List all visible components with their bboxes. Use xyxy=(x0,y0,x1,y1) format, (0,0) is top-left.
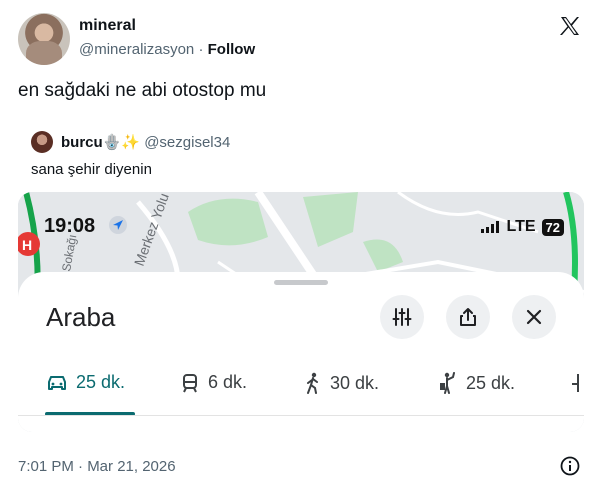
info-icon[interactable] xyxy=(560,456,580,476)
share-button[interactable] xyxy=(446,295,490,339)
tweet-text: en sağdaki ne abi otostop mu xyxy=(18,80,267,101)
author-name[interactable]: mineral xyxy=(79,17,136,35)
follow-button[interactable]: Follow xyxy=(208,41,256,58)
hitchhike-icon xyxy=(440,372,455,394)
quote-media[interactable]: H Merkez Yolu Sokağı 19:08 LTE 72 Araba xyxy=(18,192,584,432)
walk-icon xyxy=(307,372,318,394)
close-button[interactable] xyxy=(512,295,556,339)
tab-transit[interactable]: 6 dk. xyxy=(180,372,247,393)
quote-text: sana şehir diyenin xyxy=(31,161,152,178)
signal-icon xyxy=(480,221,499,233)
location-arrow-icon xyxy=(109,216,127,234)
tab-label: 25 dk. xyxy=(76,372,126,392)
tabs-divider xyxy=(18,415,584,416)
tab-label: 30 dk. xyxy=(330,372,380,393)
sliders-icon xyxy=(392,308,412,326)
tab-walking[interactable]: 30 dk. xyxy=(304,372,379,394)
tab-hitchhike[interactable]: 25 dk. xyxy=(438,372,515,394)
author-meta: @mineralizasyon · Follow xyxy=(79,41,255,58)
quote-avatar[interactable] xyxy=(31,131,53,153)
quote-author-name[interactable]: burcu🪬✨ xyxy=(61,134,140,151)
car-icon xyxy=(48,375,66,390)
quote-author-handle[interactable]: @sezgisel34 xyxy=(144,134,230,151)
status-time: 19:08 xyxy=(44,215,96,237)
network-label: LTE xyxy=(506,218,536,235)
author-handle[interactable]: @mineralizasyon xyxy=(79,41,194,58)
sheet-drag-handle[interactable] xyxy=(274,280,328,285)
x-logo-icon[interactable] xyxy=(558,14,582,38)
status-bar-right: LTE 72 xyxy=(480,218,564,236)
tab-label: 25 dk. xyxy=(466,372,516,393)
quote-author: burcu🪬✨ @sezgisel34 xyxy=(61,133,230,151)
author-avatar[interactable] xyxy=(18,13,70,65)
travel-mode-title: Araba xyxy=(46,302,116,332)
tab-label: 6 dk. xyxy=(208,372,248,392)
close-icon xyxy=(526,309,542,325)
train-icon xyxy=(183,373,197,392)
options-button[interactable] xyxy=(380,295,424,339)
tab-driving[interactable]: 25 dk. xyxy=(46,372,125,393)
share-icon xyxy=(460,308,476,326)
svg-text:H: H xyxy=(22,237,32,253)
separator: · xyxy=(198,41,204,58)
more-modes-icon[interactable] xyxy=(570,374,584,394)
directions-sheet: Araba 25 dk. 6 dk. 30 dk. 25 dk. xyxy=(18,272,584,432)
tweet-timestamp[interactable]: 7:01 PM · Mar 21, 2026 xyxy=(18,458,176,475)
battery-indicator: 72 xyxy=(541,218,564,236)
